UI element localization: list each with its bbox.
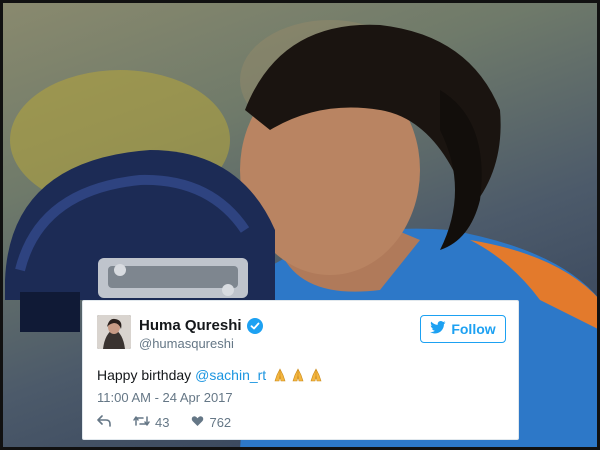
tweet-timestamp[interactable]: 11:00 AM - 24 Apr 2017 xyxy=(97,390,233,405)
retweet-icon xyxy=(133,415,150,430)
tweet-text-prefix: Happy birthday xyxy=(97,367,192,383)
tweet-actions: 43 762 xyxy=(97,415,253,430)
follow-button[interactable]: Follow xyxy=(420,315,506,343)
twitter-bird-icon xyxy=(430,321,446,337)
author-row: Huma Qureshi xyxy=(139,317,263,334)
mention-link[interactable]: @sachin_rt xyxy=(195,367,266,383)
like-button[interactable]: 762 xyxy=(191,415,231,430)
verified-badge-icon xyxy=(246,317,263,334)
avatar[interactable] xyxy=(97,315,131,349)
reply-icon xyxy=(97,415,111,430)
reply-button[interactable] xyxy=(97,415,111,430)
retweet-button[interactable]: 43 xyxy=(133,415,169,430)
retweet-count: 43 xyxy=(155,415,170,430)
author-handle[interactable]: @humasqureshi xyxy=(139,336,234,351)
emoji-group xyxy=(272,367,324,383)
follow-label: Follow xyxy=(451,321,496,337)
heart-icon xyxy=(191,415,204,430)
folded-hands-icon xyxy=(274,368,286,382)
folded-hands-icon xyxy=(310,368,322,382)
folded-hands-icon xyxy=(292,368,304,382)
tweet-card: Huma Qureshi @humasqureshi Follow Happy … xyxy=(82,300,519,440)
author-name[interactable]: Huma Qureshi xyxy=(139,317,242,334)
like-count: 762 xyxy=(209,415,232,430)
tweet-text: Happy birthday @sachin_rt xyxy=(97,367,324,383)
